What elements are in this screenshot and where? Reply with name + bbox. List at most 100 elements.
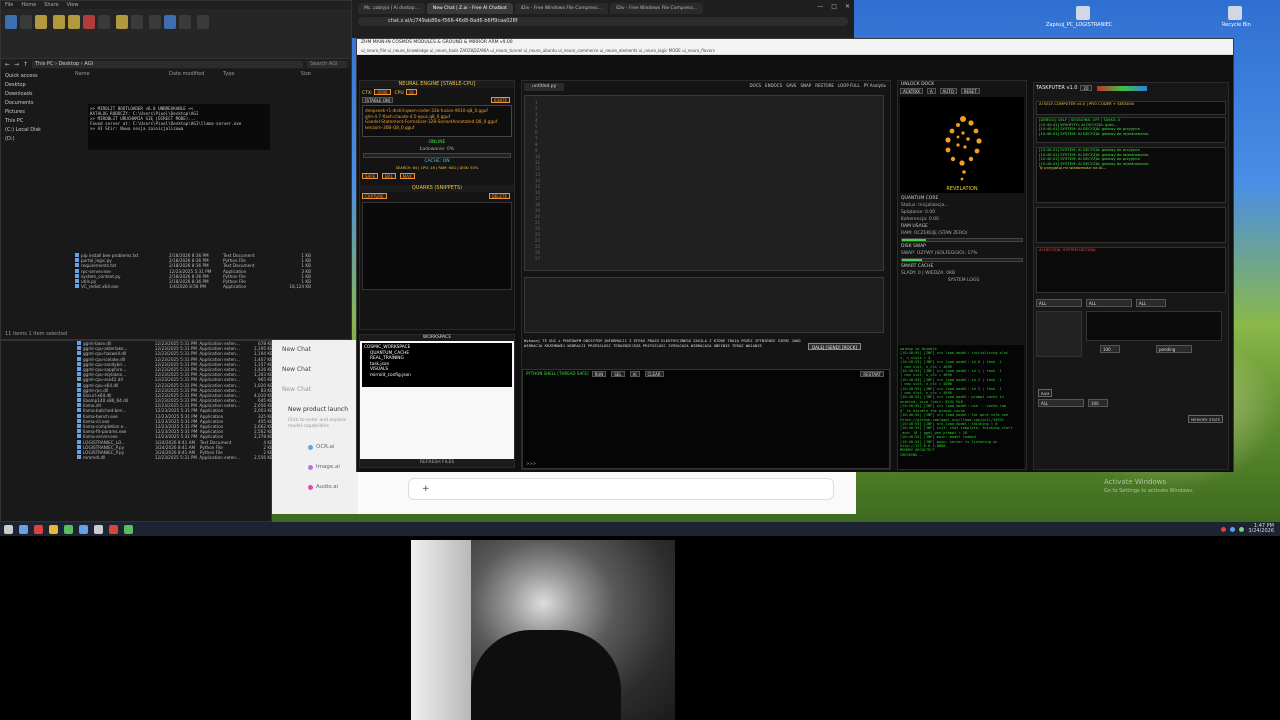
file-row[interactable]: mmmdl.dll 12/23/2025 5:31 PM Application e… (77, 455, 273, 460)
capture-button[interactable]: CAPTURE (362, 193, 387, 199)
clock[interactable]: 1:47 PM 3/24/2026 (1248, 524, 1274, 534)
taskputer-number[interactable]: 20 (1080, 85, 1092, 91)
image-chip[interactable]: Image.ai (308, 464, 340, 470)
copy-icon[interactable] (20, 15, 32, 29)
app-icon[interactable] (94, 524, 103, 534)
explorer-tab-home[interactable]: Home (21, 2, 36, 8)
copy-to-icon[interactable] (68, 15, 80, 29)
delete-icon[interactable] (83, 15, 95, 29)
refresh-files-button[interactable]: REFRESH FILES (360, 459, 514, 467)
terminal-icon[interactable] (64, 524, 73, 534)
model-item[interactable]: kenzorn-30B-Q8_0.gguf (365, 125, 509, 131)
browser-icon[interactable] (34, 524, 43, 534)
column-type[interactable]: Type (223, 71, 271, 77)
filter-all-b[interactable]: ALL (1086, 299, 1132, 307)
tray-icon[interactable] (1221, 526, 1227, 532)
chat-history-item[interactable]: New Chat (282, 346, 311, 353)
ram-button[interactable]: RAM (1038, 389, 1053, 397)
loop-full-button[interactable]: LOOP FULL (838, 83, 860, 88)
chat-input[interactable] (408, 478, 834, 500)
select-all-icon[interactable] (197, 15, 209, 29)
mode-select[interactable]: ALL (1038, 399, 1084, 407)
ocr-chip[interactable]: OCR.ai (308, 444, 334, 450)
taskputer-list[interactable] (1086, 311, 1222, 341)
explorer-tab-file[interactable]: File (5, 2, 13, 8)
minimize-button[interactable]: — (817, 3, 823, 10)
browser-tab-active[interactable]: New Chat | Z.ai - Free AI Chatbot (426, 3, 513, 14)
python-shell[interactable]: PYTHON SHELL [THREAD SAFE] RUN SEL AI CL… (522, 369, 890, 469)
filter-all-a[interactable]: ALL (1036, 299, 1082, 307)
status-select[interactable]: pending (1156, 345, 1192, 353)
browser-tab[interactable]: iDiv - Free Windows File Compress... (514, 3, 608, 14)
cpu-field[interactable]: 16 (405, 89, 417, 95)
shell-ai-button[interactable]: AI (629, 371, 640, 377)
new-folder-icon[interactable] (116, 15, 128, 29)
count-field[interactable]: 100 (1088, 399, 1108, 407)
actx-button[interactable]: ACKTRIX (900, 88, 923, 94)
ctx-field[interactable]: 4096 (374, 89, 391, 95)
model-item[interactable]: deepseek-r1-distill-qwen-coder-32b-fusio… (365, 108, 509, 114)
address-field[interactable]: This PC › Desktop › AGI (32, 60, 303, 68)
column-name[interactable]: Name (75, 71, 169, 77)
search-icon[interactable] (19, 524, 28, 534)
message-input[interactable]: Wykonaj TE GUI z PENTOWYM OBCSYTEM INFOR… (524, 338, 804, 353)
model-item[interactable]: Goedel-Statement-Formalizer-32B-SonnetAn… (365, 119, 509, 125)
editor-tab[interactable]: untitled.py (524, 83, 565, 91)
reset-button[interactable]: RESET (960, 88, 980, 94)
nav-item-pictures[interactable]: Pictures (5, 109, 67, 115)
endocs-button[interactable]: ENDOCS (765, 83, 782, 88)
tray-icon[interactable] (1230, 526, 1236, 532)
product-launch-title[interactable]: New product launch (288, 406, 358, 413)
open-icon[interactable] (164, 15, 176, 29)
move-to-icon[interactable] (53, 15, 65, 29)
memory-state-button[interactable]: MEMORY STATE (1188, 415, 1224, 423)
py-analytix-button[interactable]: PY Analytix (864, 83, 886, 88)
ignite-button[interactable]: IGNITE (490, 97, 510, 103)
safe-button[interactable]: SAFE (362, 173, 379, 179)
auto-toggle[interactable]: AUTO (939, 88, 957, 94)
shell-sel-button[interactable]: SEL (611, 371, 625, 377)
browser-tab[interactable]: iDiv - Free Windows File Compress... (609, 3, 704, 14)
browser-tab[interactable]: Mc. zablyja | Ai dostop... (358, 3, 425, 14)
audio-chip[interactable]: Audio.ai (308, 484, 338, 490)
pin-quick-access-icon[interactable] (5, 15, 17, 29)
nav-item-this-pc[interactable]: This PC (5, 118, 67, 124)
maximize-button[interactable]: □ (831, 3, 837, 10)
add-attachment-button[interactable]: + (422, 484, 430, 494)
desktop-file-icon[interactable] (1076, 6, 1090, 20)
nav-item-d-drive[interactable]: (D:) (5, 136, 67, 142)
chat-history-item[interactable]: New Chat (282, 386, 311, 393)
shell-clear-button[interactable]: CLEAR (644, 371, 664, 377)
explorer-tab-view[interactable]: View (67, 2, 79, 8)
snap-button[interactable]: SNAP (801, 83, 812, 88)
quarks-list[interactable] (362, 202, 512, 290)
delete-button[interactable]: DELETE (488, 193, 510, 199)
back-arrow-icon[interactable]: ← (5, 61, 10, 68)
shell-restart-button[interactable]: RESTART (860, 371, 884, 377)
priority-field[interactable]: 100 (1100, 345, 1120, 353)
nav-item-documents[interactable]: Documents (5, 100, 67, 106)
new-item-icon[interactable] (131, 15, 143, 29)
start-menu-icon[interactable] (4, 524, 13, 534)
app-menu[interactable]: ui_neuro_file ui_neuro_knowledge ui_neur… (357, 47, 1233, 55)
rename-icon[interactable] (98, 15, 110, 29)
search-input[interactable]: Search AGI (307, 60, 347, 68)
explorer-tab-share[interactable]: Share (44, 2, 58, 8)
actx-field[interactable]: A (926, 88, 936, 94)
stable-toggle[interactable]: [STABLE ON] (362, 97, 394, 103)
tray-icon[interactable] (1239, 526, 1245, 532)
save-button[interactable]: SAVE (786, 83, 796, 88)
browser-url-bar[interactable]: chat.z.ai/c/749ab86e-f566-46d8-8ad6-b6ff… (358, 17, 848, 26)
filter-all-c[interactable]: ALL (1136, 299, 1166, 307)
folder-icon[interactable] (49, 524, 58, 534)
app-icon[interactable] (124, 524, 133, 534)
nav-item-c-drive[interactable]: (C:) Local Disk (5, 127, 67, 133)
docs-button[interactable]: DOCS (749, 83, 761, 88)
history-icon[interactable] (179, 15, 191, 29)
app-icon[interactable] (79, 524, 88, 534)
nav-item-desktop[interactable]: Desktop (5, 82, 67, 88)
column-size[interactable]: Size (271, 71, 311, 77)
recycle-bin-icon[interactable] (1228, 6, 1242, 20)
chat-history-item[interactable]: New Chat (282, 366, 311, 373)
tree-item[interactable]: mirrolit_config.json (364, 373, 510, 379)
